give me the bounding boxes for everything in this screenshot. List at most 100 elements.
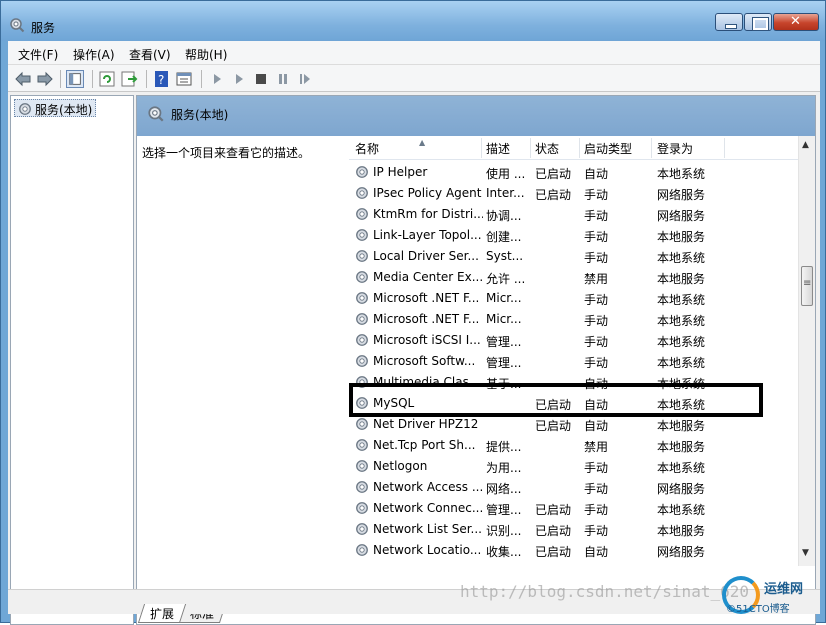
stop-service-icon[interactable]	[252, 70, 270, 88]
service-startup-type: 自动	[584, 167, 609, 181]
start-alt-service-icon[interactable]	[230, 70, 248, 88]
service-gear-icon	[355, 270, 369, 287]
service-gear-icon	[355, 438, 369, 455]
service-gear-icon	[355, 459, 369, 476]
table-row[interactable]: Network List Ser... 识别... 已启动 手动 本地服务	[349, 519, 799, 540]
table-row[interactable]: IP Helper 使用 ... 已启动 自动 本地系统	[349, 162, 799, 183]
table-row[interactable]: Network Connec... 管理... 已启动 手动 本地系统	[349, 498, 799, 519]
service-startup-type: 手动	[584, 314, 609, 328]
table-row[interactable]: Media Center Ex... 允许 ... 禁用 本地服务	[349, 267, 799, 288]
service-log-on-as: 本地系统	[657, 461, 706, 475]
service-gear-icon	[355, 312, 369, 329]
maximize-button[interactable]	[744, 13, 772, 31]
menu-bar: 文件(F) 操作(A) 查看(V) 帮助(H)	[8, 41, 820, 65]
tree-item-services-local[interactable]: 服务(本地)	[14, 99, 97, 117]
restart-service-icon[interactable]	[296, 70, 314, 88]
title-bar[interactable]: 服务	[1, 1, 825, 41]
service-gear-icon	[355, 333, 369, 350]
service-log-on-as: 本地服务	[657, 524, 706, 538]
service-status: 已启动	[535, 188, 572, 202]
table-row[interactable]: Microsoft Softw... 管理... 手动 本地系统	[349, 351, 799, 372]
start-service-icon[interactable]	[208, 70, 226, 88]
table-row[interactable]: Network Access ... 网络... 手动 网络服务	[349, 477, 799, 498]
window-title: 服务	[31, 21, 56, 35]
service-description: 网络...	[486, 482, 522, 496]
console-tree: 服务(本地)	[10, 95, 134, 625]
column-header-row: ▲ 名称 描述 状态 启动类型 登录为	[349, 136, 799, 160]
scroll-thumb[interactable]	[801, 266, 813, 306]
service-startup-type: 手动	[584, 293, 609, 307]
service-log-on-as: 本地服务	[657, 440, 706, 454]
help-icon[interactable]: ?	[153, 70, 171, 88]
properties-icon[interactable]	[175, 70, 193, 88]
blog-watermark: http://blog.csdn.net/sinat_620	[460, 582, 749, 601]
table-row[interactable]: Net Driver HPZ12 已启动 自动 本地服务	[349, 414, 799, 435]
column-log-on-as[interactable]: 登录为	[657, 140, 693, 158]
service-log-on-as: 本地系统	[657, 503, 706, 517]
table-row[interactable]: Network Locatio... 收集... 已启动 自动 网络服务	[349, 540, 799, 561]
service-log-on-as: 网络服务	[657, 188, 706, 202]
service-log-on-as: 网络服务	[657, 545, 706, 559]
back-arrow-icon[interactable]	[14, 70, 32, 88]
export-list-icon[interactable]	[120, 70, 138, 88]
service-gear-icon	[355, 543, 369, 560]
show-console-tree-icon[interactable]	[66, 70, 84, 88]
scroll-down-arrow-icon[interactable]: ▼	[802, 548, 809, 558]
table-row[interactable]: Microsoft .NET F... Micr... 手动 本地系统	[349, 309, 799, 330]
service-gear-icon	[355, 228, 369, 245]
menu-file[interactable]: 文件(F)	[18, 46, 58, 63]
table-row[interactable]: Microsoft iSCSI I... 管理... 手动 本地系统	[349, 330, 799, 351]
minimize-button[interactable]	[715, 13, 743, 31]
service-description: Inter...	[486, 186, 525, 200]
service-startup-type: 自动	[584, 545, 609, 559]
tab-extended[interactable]: 扩展	[137, 604, 187, 623]
service-name: Network List Ser...	[373, 522, 482, 536]
table-row[interactable]: Netlogon 为用... 手动 本地系统	[349, 456, 799, 477]
table-row[interactable]: Local Driver Ser... Syst... 手动 本地系统	[349, 246, 799, 267]
column-description[interactable]: 描述	[486, 140, 510, 158]
client-area: 文件(F) 操作(A) 查看(V) 帮助(H) ? 服务(本地) 服务(本地) …	[8, 41, 820, 625]
menu-view[interactable]: 查看(V)	[129, 46, 171, 63]
service-log-on-as: 本地服务	[657, 230, 706, 244]
service-gear-icon	[355, 291, 369, 308]
service-startup-type: 手动	[584, 230, 609, 244]
menu-action[interactable]: 操作(A)	[73, 46, 115, 63]
pause-service-icon[interactable]	[274, 70, 292, 88]
column-status[interactable]: 状态	[535, 140, 559, 158]
service-gear-icon	[355, 186, 369, 203]
service-startup-type: 自动	[584, 419, 609, 433]
menu-help[interactable]: 帮助(H)	[185, 46, 227, 63]
service-log-on-as: 本地系统	[657, 251, 706, 265]
service-name: Net Driver HPZ12	[373, 417, 479, 431]
services-gear-icon	[10, 18, 25, 33]
table-row[interactable]: Link-Layer Topol... 创建... 手动 本地服务	[349, 225, 799, 246]
table-row[interactable]: Net.Tcp Port Sh... 提供... 禁用 本地服务	[349, 435, 799, 456]
service-gear-icon	[355, 480, 369, 497]
service-startup-type: 手动	[584, 188, 609, 202]
refresh-icon[interactable]	[98, 70, 116, 88]
close-button[interactable]	[773, 13, 819, 31]
column-name[interactable]: ▲ 名称	[355, 138, 477, 158]
service-status: 已启动	[535, 419, 572, 433]
service-startup-type: 手动	[584, 482, 609, 496]
services-window: 服务 文件(F) 操作(A) 查看(V) 帮助(H) ?	[0, 0, 826, 625]
service-log-on-as: 网络服务	[657, 209, 706, 223]
table-row[interactable]: KtmRm for Distri... 协调... 手动 网络服务	[349, 204, 799, 225]
column-startup-type[interactable]: 启动类型	[584, 140, 632, 158]
site-logo: 运维网 ©51CTO博客	[718, 572, 822, 618]
service-description: 管理...	[486, 503, 522, 517]
service-startup-type: 手动	[584, 461, 609, 475]
forward-arrow-icon[interactable]	[36, 70, 54, 88]
service-status: 已启动	[535, 167, 572, 181]
details-header: 服务(本地)	[137, 96, 815, 136]
vertical-scrollbar[interactable]: ▲ ▼	[798, 136, 815, 566]
description-hint: 选择一个项目来查看它的描述。	[142, 146, 311, 160]
table-row[interactable]: IPsec Policy Agent Inter... 已启动 手动 网络服务	[349, 183, 799, 204]
service-status: 已启动	[535, 545, 572, 559]
services-list: ▲ 名称 描述 状态 启动类型 登录为 IP Helper 使用 ... 已启动 自动…	[349, 136, 815, 566]
service-description: 管理...	[486, 335, 522, 349]
service-log-on-as: 本地服务	[657, 419, 706, 433]
scroll-up-arrow-icon[interactable]: ▲	[802, 140, 809, 150]
table-row[interactable]: Microsoft .NET F... Micr... 手动 本地系统	[349, 288, 799, 309]
service-name: IP Helper	[373, 165, 428, 179]
